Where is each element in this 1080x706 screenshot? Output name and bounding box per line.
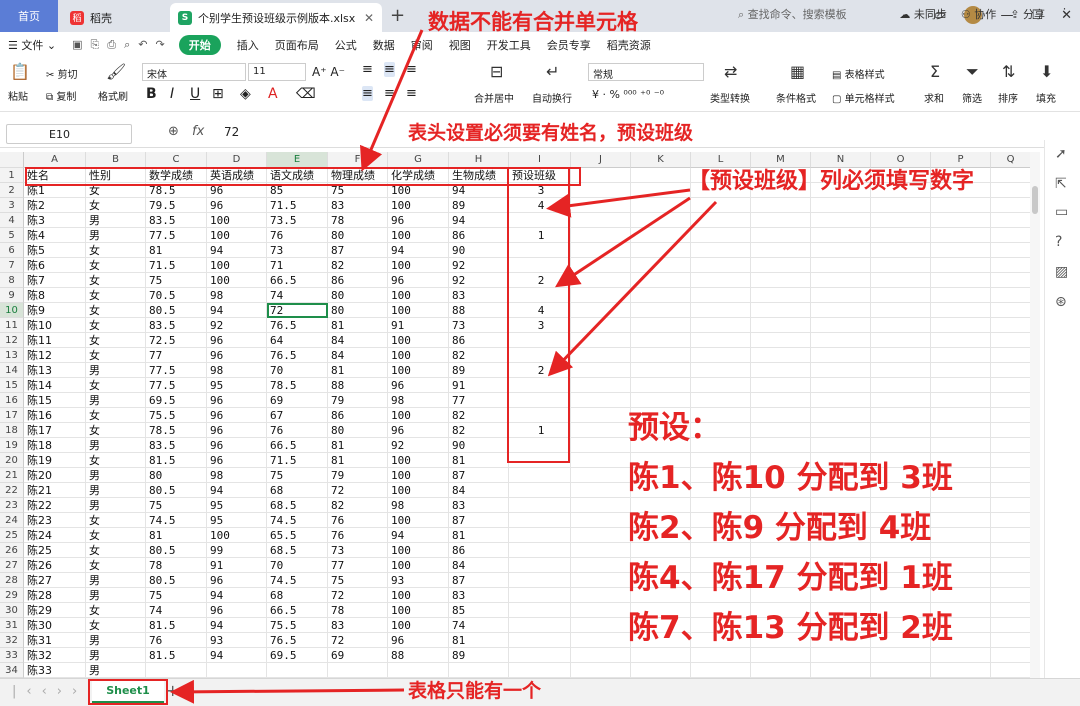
annotation-no-merge: 数据不能有合并单元格: [428, 10, 638, 34]
arrow-no-merge: [360, 29, 424, 172]
annotation-preset-line: 陈4、陈17 分配到 1班: [628, 560, 953, 596]
spreadsheet-app: 首页 稻 稻壳 S 个别学生预设班级示例版本.xlsx ✕ + ▭ — ☐ ✕ …: [0, 0, 1080, 706]
annotation-preset-title: 预设：: [628, 410, 721, 446]
annotation-preset-line: 陈7、陈13 分配到 2班: [628, 610, 953, 646]
annotation-preset-line: 陈2、陈9 分配到 4班: [628, 510, 932, 546]
arrow-fill-number-1: [546, 188, 691, 218]
annotation-one-sheet: 表格只能有一个: [408, 680, 542, 702]
annotation-fill-number: 【预设班级】列必须填写数字: [688, 169, 975, 194]
arrow-fill-number-3: [547, 200, 718, 377]
annotation-arrows: [170, 29, 718, 704]
annotation-header-rule: 表头设置必须要有姓名，预设班级: [408, 122, 694, 144]
arrow-one-sheet: [170, 679, 405, 704]
annotation-preset-line: 陈1、陈10 分配到 3班: [628, 460, 953, 496]
arrow-fill-number-2: [554, 196, 691, 288]
